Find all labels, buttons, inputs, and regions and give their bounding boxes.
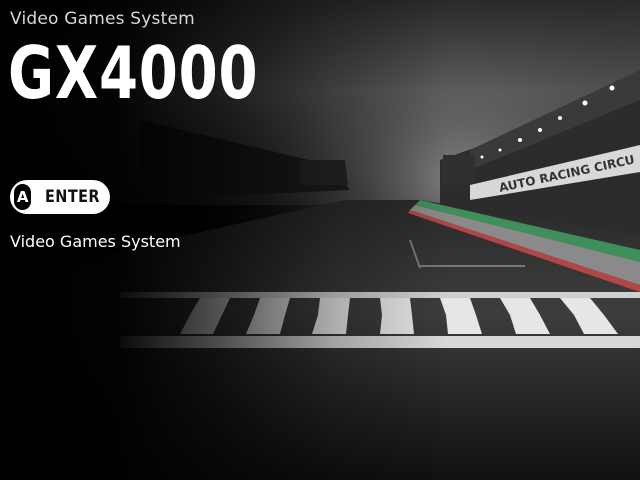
system-title: GX4000 xyxy=(8,31,259,115)
system-description: Video Games System xyxy=(10,232,181,251)
enter-label: ENTER xyxy=(45,187,101,207)
system-subtitle: Video Games System xyxy=(10,9,195,29)
a-button-icon: A xyxy=(14,184,32,210)
enter-button[interactable]: A ENTER xyxy=(10,180,110,214)
